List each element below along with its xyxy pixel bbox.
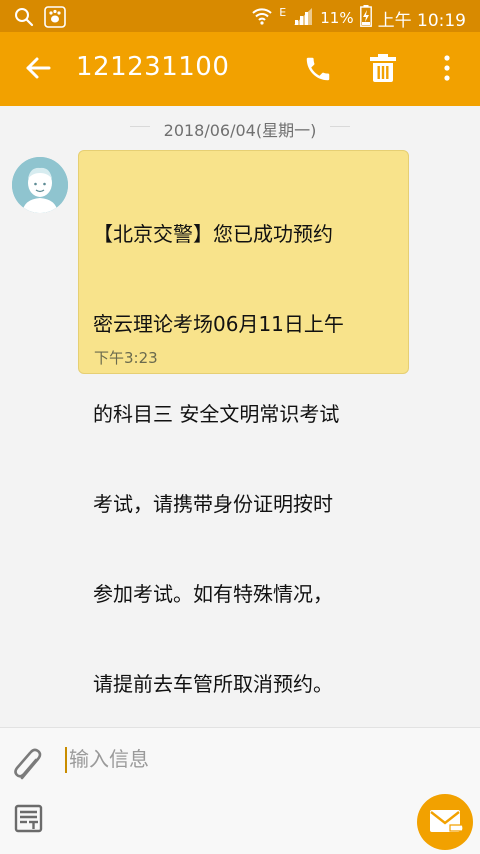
baidu-paw-icon (44, 6, 66, 33)
contact-avatar[interactable] (12, 157, 68, 213)
message-line: 的科目三 安全文明常识考试 (93, 402, 340, 426)
message-line: 【北京交警】您已成功预约 (93, 222, 333, 246)
wifi-icon (251, 6, 273, 30)
call-button[interactable] (303, 54, 333, 84)
message-line: 考试，请携带身份证明按时 (93, 492, 333, 516)
conversation-header: 121231100 (0, 32, 480, 106)
status-bar: E 11% 上午 10:19 (0, 0, 480, 32)
template-icon (14, 804, 43, 833)
attach-button[interactable] (12, 747, 46, 783)
clock: 上午 10:19 (377, 10, 466, 31)
more-vertical-icon (444, 55, 450, 81)
signal-icon (292, 6, 314, 30)
battery-charging-icon (359, 5, 372, 31)
person-avatar-icon (12, 157, 68, 213)
battery-level: 11% (320, 9, 354, 27)
message-line: 密云理论考场06月11日上午 (93, 312, 344, 336)
divider (330, 126, 350, 127)
message-line: 请提前去车管所取消预约。 (93, 672, 333, 696)
template-button[interactable] (14, 804, 44, 834)
message-timestamp: 下午3:23 (94, 349, 158, 367)
message-text: 【北京交警】您已成功预约 密云理论考场06月11日上午 的科目三 安全文明常识考… (93, 159, 398, 759)
arrow-left-icon (26, 57, 51, 79)
conversation-date: 2018/06/04(星期一) (163, 121, 317, 140)
send-icon (430, 810, 463, 835)
message-bubble[interactable]: 【北京交警】您已成功预约 密云理论考场06月11日上午 的科目三 安全文明常识考… (78, 150, 409, 696)
network-type: E (279, 5, 287, 19)
phone-icon (306, 57, 330, 81)
paperclip-icon (14, 748, 42, 780)
message-line: 参加考试。如有特殊情况， (93, 582, 333, 606)
system-status: E 11% 上午 10:19 (251, 5, 466, 31)
trash-icon (370, 54, 396, 82)
message-composer (0, 727, 480, 854)
notification-icons (14, 6, 66, 33)
contact-number[interactable]: 121231100 (76, 52, 229, 82)
message-input[interactable] (64, 742, 389, 776)
back-button[interactable] (24, 54, 52, 82)
send-button[interactable] (417, 794, 473, 850)
delete-button[interactable] (368, 52, 398, 84)
search-icon (14, 7, 34, 32)
more-options-button[interactable] (437, 52, 457, 84)
date-separator: 2018/06/04(星期一) (0, 114, 480, 140)
